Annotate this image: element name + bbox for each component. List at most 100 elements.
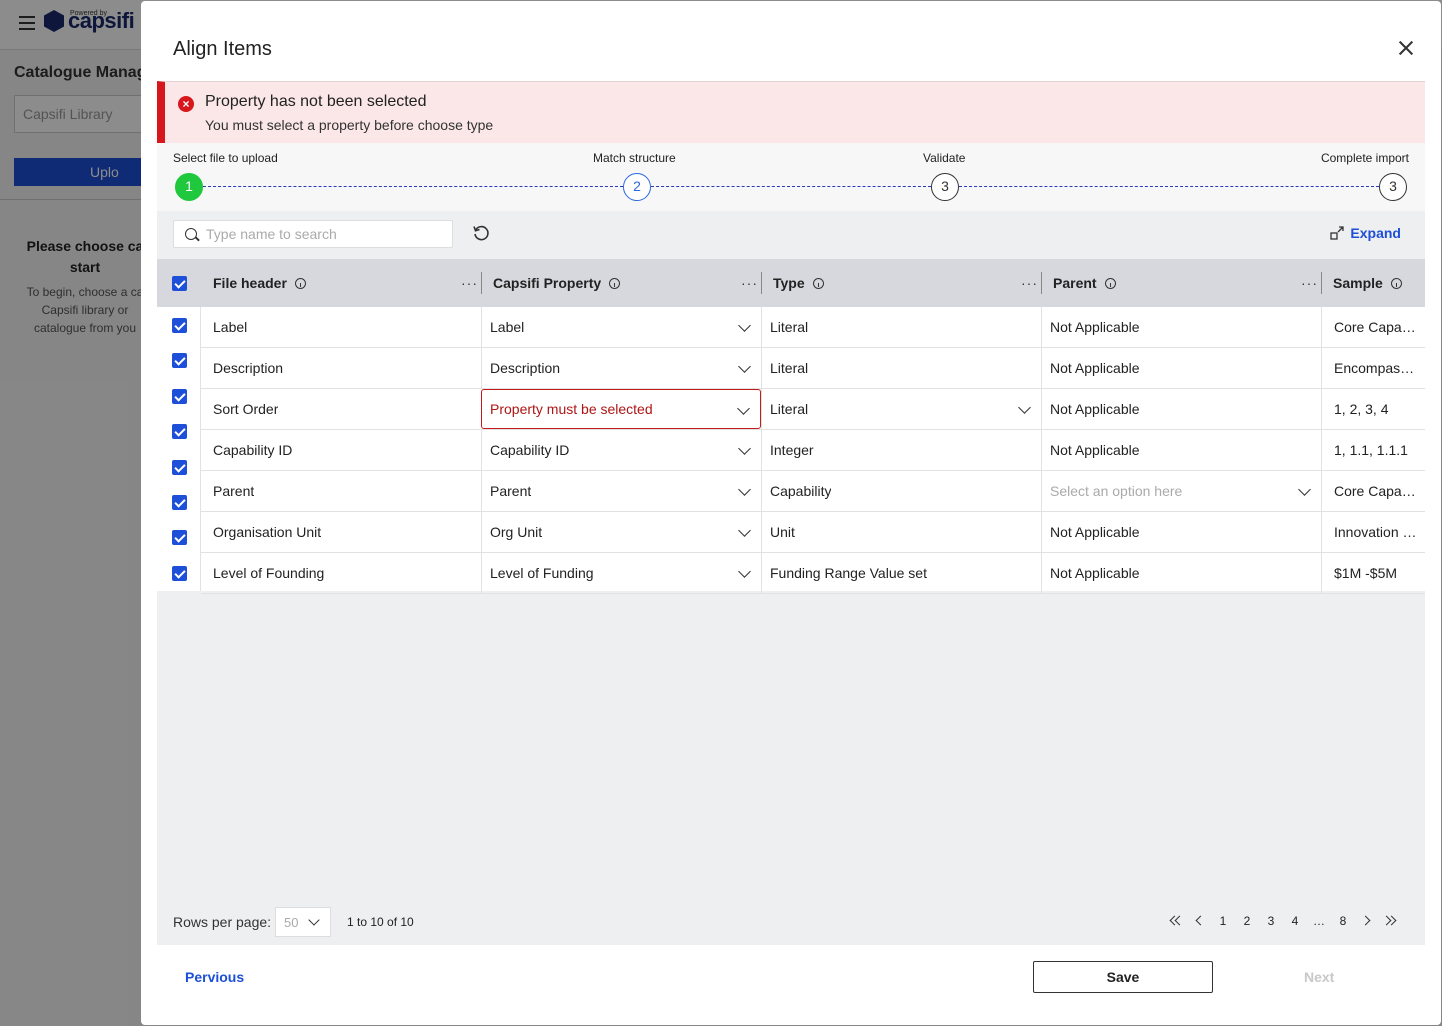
- page-link[interactable]: 8: [1331, 914, 1355, 928]
- type-dropdown[interactable]: Literal: [761, 389, 1041, 429]
- column-menu-icon[interactable]: ···: [1021, 275, 1038, 291]
- first-page-icon[interactable]: [1163, 914, 1187, 928]
- cell-file-header: Sort Order: [213, 401, 279, 417]
- next-page-icon[interactable]: [1355, 914, 1379, 928]
- pagination: 1 2 3 4 … 8: [1163, 914, 1403, 928]
- chevron-down-icon: [737, 402, 750, 415]
- step-connector: [959, 186, 1379, 187]
- column-header-capsifi-property[interactable]: Capsifi Property: [493, 259, 621, 307]
- table-row: Description Description Literal Not Appl…: [201, 348, 1425, 389]
- property-dropdown[interactable]: Description: [481, 348, 761, 388]
- step-connector: [203, 186, 623, 187]
- column-divider[interactable]: [1041, 272, 1042, 294]
- previous-page-icon[interactable]: [1187, 914, 1211, 928]
- table-body: Label Label Literal Not Applicable Core …: [157, 307, 1425, 594]
- cell-sample: Core Capabilities: [1321, 307, 1425, 347]
- row-checkbox[interactable]: [172, 424, 187, 439]
- property-dropdown[interactable]: Level of Funding: [481, 553, 761, 593]
- table-row: Level of Founding Level of Funding Fundi…: [201, 553, 1425, 594]
- modal-body: × Property has not been selected You mus…: [157, 81, 1425, 945]
- page-link[interactable]: 1: [1211, 914, 1235, 928]
- cell-type: Literal: [761, 307, 1041, 347]
- rows-per-page-select[interactable]: 50: [275, 907, 331, 937]
- chevron-down-icon: [738, 319, 751, 332]
- cell-sample: $1M -$5M: [1321, 553, 1425, 593]
- parent-dropdown[interactable]: Select an option here: [1041, 471, 1321, 511]
- property-dropdown-error[interactable]: Property must be selected: [481, 389, 761, 429]
- info-icon[interactable]: [294, 277, 306, 289]
- import-stepper: Select file to upload Match structure Va…: [157, 143, 1425, 211]
- row-checkbox[interactable]: [172, 318, 187, 333]
- cell-file-header: Parent: [213, 483, 255, 499]
- table-pagination-bar: Rows per page: 50 1 to 10 of 10 1 2 3 4 …: [157, 899, 1425, 945]
- align-items-table: File header ··· Capsifi Property ··· Typ…: [157, 259, 1425, 594]
- info-icon[interactable]: [1104, 277, 1116, 289]
- cell-type: Integer: [761, 430, 1041, 470]
- cell-sample: Innovation Hub: [1321, 512, 1425, 552]
- step-1-circle[interactable]: 1: [175, 173, 203, 201]
- row-checkbox[interactable]: [172, 566, 187, 581]
- property-dropdown[interactable]: Capability ID: [481, 430, 761, 470]
- page-link[interactable]: 3: [1259, 914, 1283, 928]
- property-dropdown[interactable]: Parent: [481, 471, 761, 511]
- column-header-label: Parent: [1053, 275, 1097, 291]
- last-page-icon[interactable]: [1379, 914, 1403, 928]
- cell-file-header: Capability ID: [213, 442, 293, 458]
- step-label-validate: Validate: [923, 151, 966, 165]
- column-divider[interactable]: [1321, 272, 1322, 294]
- row-checkbox[interactable]: [172, 495, 187, 510]
- cell-file-header: Description: [213, 360, 284, 376]
- search-input[interactable]: [206, 225, 446, 243]
- column-header-parent[interactable]: Parent: [1053, 259, 1116, 307]
- select-all-checkbox[interactable]: [172, 276, 187, 291]
- column-menu-icon[interactable]: ···: [461, 275, 478, 291]
- save-button[interactable]: Save: [1033, 961, 1213, 993]
- property-dropdown[interactable]: Org Unit: [481, 512, 761, 552]
- cell-parent: Not Applicable: [1041, 512, 1321, 552]
- table-row: Label Label Literal Not Applicable Core …: [201, 307, 1425, 348]
- cell-sample: Core Capabilities: [1321, 471, 1425, 511]
- step-4-circle[interactable]: 3: [1379, 173, 1407, 201]
- align-items-modal: Align Items × Property has not been sele…: [141, 1, 1441, 1025]
- column-header-type[interactable]: Type: [773, 259, 824, 307]
- expand-icon: [1330, 226, 1345, 240]
- previous-button[interactable]: Pervious: [185, 969, 244, 985]
- column-divider[interactable]: [481, 272, 482, 294]
- modal-title: Align Items: [173, 38, 272, 60]
- row-checkbox[interactable]: [172, 460, 187, 475]
- table-header: File header ··· Capsifi Property ··· Typ…: [157, 259, 1425, 307]
- column-header-sample[interactable]: Sample: [1333, 259, 1402, 307]
- step-3-circle[interactable]: 3: [931, 173, 959, 201]
- next-button[interactable]: Next: [1304, 969, 1334, 985]
- column-menu-icon[interactable]: ···: [741, 275, 758, 291]
- row-checkbox[interactable]: [172, 530, 187, 545]
- rows-per-page-label: Rows per page:: [173, 914, 272, 930]
- refresh-icon[interactable]: [472, 224, 490, 242]
- info-icon[interactable]: [812, 277, 824, 289]
- rows-per-page-value: 50: [284, 915, 299, 930]
- row-checkbox[interactable]: [172, 389, 187, 404]
- page-link[interactable]: 2: [1235, 914, 1259, 928]
- chevron-down-icon: [738, 524, 751, 537]
- info-icon[interactable]: [609, 277, 621, 289]
- cell-sample: 1, 2, 3, 4: [1321, 389, 1425, 429]
- step-connector: [651, 186, 931, 187]
- column-divider[interactable]: [761, 272, 762, 294]
- close-icon[interactable]: [1399, 41, 1413, 55]
- step-2-circle[interactable]: 2: [623, 173, 651, 201]
- row-checkbox[interactable]: [172, 353, 187, 368]
- cell-type: Unit: [761, 512, 1041, 552]
- step-label-select-file: Select file to upload: [173, 151, 278, 165]
- property-dropdown[interactable]: Label: [481, 307, 761, 347]
- column-menu-icon[interactable]: ···: [1301, 275, 1318, 291]
- table-row: Organisation Unit Org Unit Unit Not Appl…: [201, 512, 1425, 553]
- search-field[interactable]: [173, 220, 453, 248]
- expand-button[interactable]: Expand: [1330, 225, 1401, 241]
- checkbox-column: [157, 307, 201, 591]
- info-icon[interactable]: [1390, 277, 1402, 289]
- column-header-label: File header: [213, 275, 287, 291]
- column-header-file-header[interactable]: File header: [213, 259, 306, 307]
- page-link[interactable]: 4: [1283, 914, 1307, 928]
- alert-title: Property has not been selected: [205, 93, 427, 110]
- column-header-label: Capsifi Property: [493, 275, 602, 291]
